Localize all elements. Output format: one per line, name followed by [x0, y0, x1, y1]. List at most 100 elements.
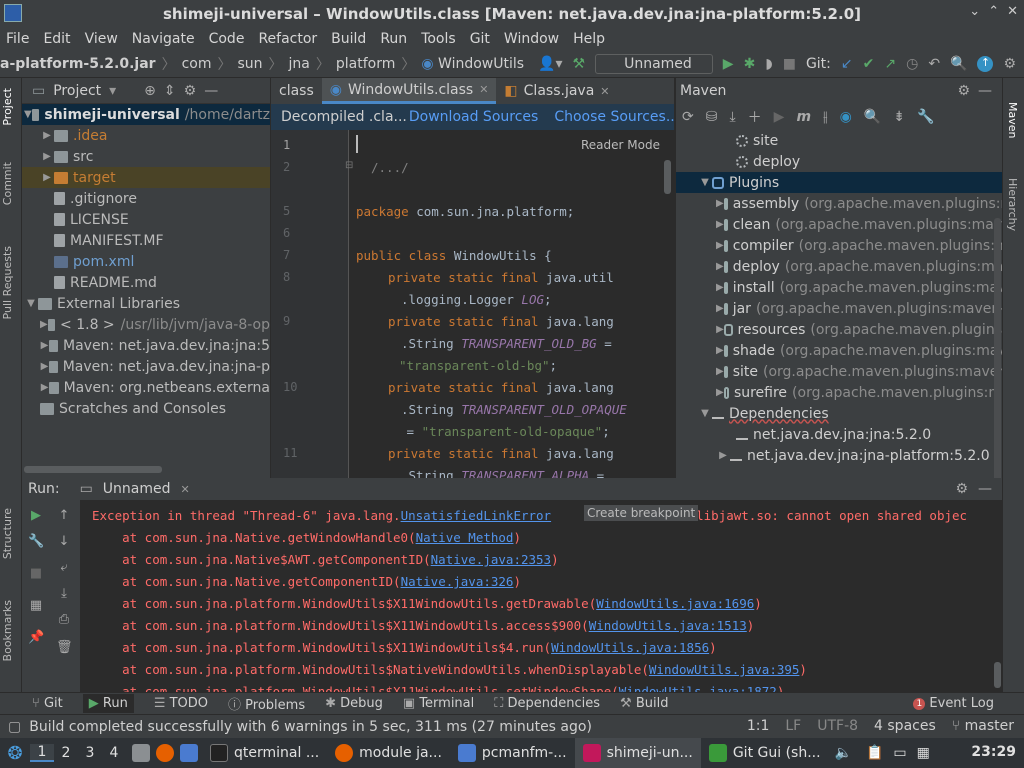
tree-item[interactable]: ▶ Maven: net.java.dev.jna:jna-p: [22, 356, 270, 377]
project-view-select[interactable]: Project: [53, 83, 101, 99]
update-icon[interactable]: ↑: [977, 55, 994, 72]
project-settings-icon[interactable]: ⚙: [184, 83, 197, 99]
tree-item[interactable]: ▶ Maven: net.java.dev.jna:jna:5: [22, 335, 270, 356]
tool-tab-run[interactable]: ▶ Run: [82, 694, 134, 713]
wrench-icon[interactable]: 🔧: [28, 534, 44, 550]
tool-tab-terminal[interactable]: ▣ Terminal: [403, 696, 474, 711]
reader-mode-button[interactable]: Reader Mode: [581, 138, 660, 152]
git-branch[interactable]: ⑂ master: [952, 718, 1014, 734]
search-icon[interactable]: 🔍: [950, 56, 967, 72]
run-tab-unnamed[interactable]: Unnamed: [103, 481, 171, 497]
maven-hide-icon[interactable]: —: [978, 83, 992, 99]
maven-plugin-shade[interactable]: ▶ shade (org.apache.maven.plugins:mav: [676, 340, 1002, 361]
minimize-button[interactable]: ⌄: [969, 4, 980, 19]
maven-settings-icon[interactable]: ⚙: [957, 83, 970, 99]
tree-scratches[interactable]: Scratches and Consoles: [22, 398, 270, 419]
tree-external-libraries[interactable]: ▼ External Libraries: [22, 293, 270, 314]
collapse-icon[interactable]: ⇕: [164, 83, 176, 99]
execute-goal-icon[interactable]: m: [796, 109, 811, 125]
status-toggle-icon[interactable]: ▢: [8, 719, 21, 735]
taskbar-app-firefox[interactable]: module ja...: [327, 738, 450, 768]
fold-icon[interactable]: ⊟: [345, 160, 353, 171]
choose-sources-link[interactable]: Choose Sources...: [554, 109, 674, 125]
maven-plugins[interactable]: ▼ Plugins: [676, 172, 1002, 193]
scroll-up-icon[interactable]: ↑: [56, 508, 72, 524]
tool-tab-hierarchy[interactable]: Hierarchy: [1006, 178, 1019, 231]
caret-position[interactable]: 1:1: [747, 718, 770, 734]
breadcrumb-windowutils[interactable]: ◉ WindowUtils: [417, 56, 528, 72]
maven-dependency[interactable]: net.java.dev.jna:jna:5.2.0: [676, 424, 1002, 445]
console-vscrollbar[interactable]: [994, 662, 1001, 688]
rollback-icon[interactable]: ↶: [928, 56, 940, 72]
tool-tab-build[interactable]: ⚒ Build: [620, 696, 668, 711]
clock[interactable]: 23:29: [971, 744, 1016, 760]
tool-tab-todo[interactable]: ☰ TODO: [154, 696, 208, 711]
taskbar-app-pcmanfm[interactable]: pcmanfm-...: [450, 738, 575, 768]
add-icon[interactable]: ＋: [748, 107, 762, 127]
menu-view[interactable]: View: [85, 31, 118, 47]
breadcrumb-sun[interactable]: sun: [233, 56, 266, 72]
reload-icon[interactable]: ⟳: [682, 109, 694, 125]
menu-refactor[interactable]: Refactor: [258, 31, 317, 47]
tree-item[interactable]: LICENSE: [22, 209, 270, 230]
scroll-down-icon[interactable]: ↓: [56, 534, 72, 550]
source-link[interactable]: WindowUtils.java:1856: [551, 640, 709, 655]
volume-icon[interactable]: 🔈: [835, 745, 852, 761]
workspace-1[interactable]: 1: [30, 744, 54, 762]
source-link[interactable]: WindowUtils.java:1513: [589, 618, 747, 633]
source-link[interactable]: WindowUtils.java:395: [649, 662, 800, 677]
run-config-select[interactable]: Unnamed: [595, 53, 713, 74]
tree-item[interactable]: MANIFEST.MF: [22, 230, 270, 251]
indent-setting[interactable]: 4 spaces: [874, 718, 936, 734]
start-menu-icon[interactable]: ❂: [0, 743, 30, 764]
maven-lifecycle-site[interactable]: site: [676, 130, 1002, 151]
status-message[interactable]: Build completed successfully with 6 warn…: [29, 719, 592, 735]
file-encoding[interactable]: UTF-8: [817, 718, 858, 734]
git-history-icon[interactable]: ◷: [906, 56, 918, 72]
file-manager-launcher-icon[interactable]: [132, 744, 150, 762]
menu-help[interactable]: Help: [573, 31, 605, 47]
workspace-3[interactable]: 3: [78, 745, 102, 761]
workspace-2[interactable]: 2: [54, 745, 78, 761]
line-separator[interactable]: LF: [785, 718, 801, 734]
maven-dependencies[interactable]: ▼ Dependencies: [676, 403, 1002, 424]
taskbar-app-gitgui[interactable]: Git Gui (sh...: [701, 738, 829, 768]
menu-window[interactable]: Window: [504, 31, 559, 47]
run-icon[interactable]: ▶: [723, 56, 734, 72]
tool-tab-dependencies[interactable]: ⛶ Dependencies: [494, 696, 600, 711]
tool-tab-maven[interactable]: Maven: [1006, 102, 1019, 138]
exception-link[interactable]: UnsatisfiedLinkError: [401, 508, 552, 523]
clipboard-icon[interactable]: 📋: [866, 745, 883, 761]
pin-icon[interactable]: 📌: [28, 630, 44, 646]
breadcrumb-com[interactable]: com: [178, 56, 216, 72]
project-hide-icon[interactable]: —: [204, 83, 218, 99]
tool-tab-problems[interactable]: ⓘ Problems: [228, 694, 305, 713]
build-hammer-icon[interactable]: ⚒: [573, 56, 586, 72]
maven-plugin-surefire[interactable]: ▶ surefire (org.apache.maven.plugins:m: [676, 382, 1002, 403]
tool-tab-project[interactable]: Project: [1, 88, 14, 126]
maven-search-icon[interactable]: 🔍: [864, 109, 881, 125]
editor-tab-class[interactable]: class: [271, 78, 322, 104]
maven-plugin-assembly[interactable]: ▶ assembly (org.apache.maven.plugins:m: [676, 193, 1002, 214]
maximize-button[interactable]: ⌃: [988, 4, 999, 19]
locate-icon[interactable]: ⊕: [144, 83, 156, 99]
menu-code[interactable]: Code: [209, 31, 245, 47]
maven-vscrollbar[interactable]: [994, 218, 1001, 488]
menu-build[interactable]: Build: [331, 31, 366, 47]
tree-item[interactable]: pom.xml: [22, 251, 270, 272]
tree-item[interactable]: ▶ Maven: org.netbeans.externa: [22, 377, 270, 398]
toggle-offline-icon[interactable]: ⫲: [823, 109, 828, 125]
tool-tab-pull-requests[interactable]: Pull Requests: [1, 246, 14, 319]
tool-tab-git[interactable]: ⑂ Git: [32, 696, 63, 711]
user-icon[interactable]: 👤▾: [538, 56, 562, 72]
network-icon[interactable]: ▭: [893, 745, 906, 761]
run-maven-icon[interactable]: ▶: [774, 109, 785, 125]
download-sources-link[interactable]: Download Sources: [409, 109, 538, 125]
tray-icon[interactable]: ▦: [917, 745, 930, 761]
editor-tab-class-java[interactable]: ◧ Class.java ✕: [496, 78, 617, 104]
git-commit-icon[interactable]: ✔: [863, 56, 875, 72]
layout-icon[interactable]: ▦: [28, 598, 44, 614]
tree-item[interactable]: ▶ .idea: [22, 125, 270, 146]
maven-plugin-install[interactable]: ▶ install (org.apache.maven.plugins:mav: [676, 277, 1002, 298]
menu-tools[interactable]: Tools: [421, 31, 456, 47]
